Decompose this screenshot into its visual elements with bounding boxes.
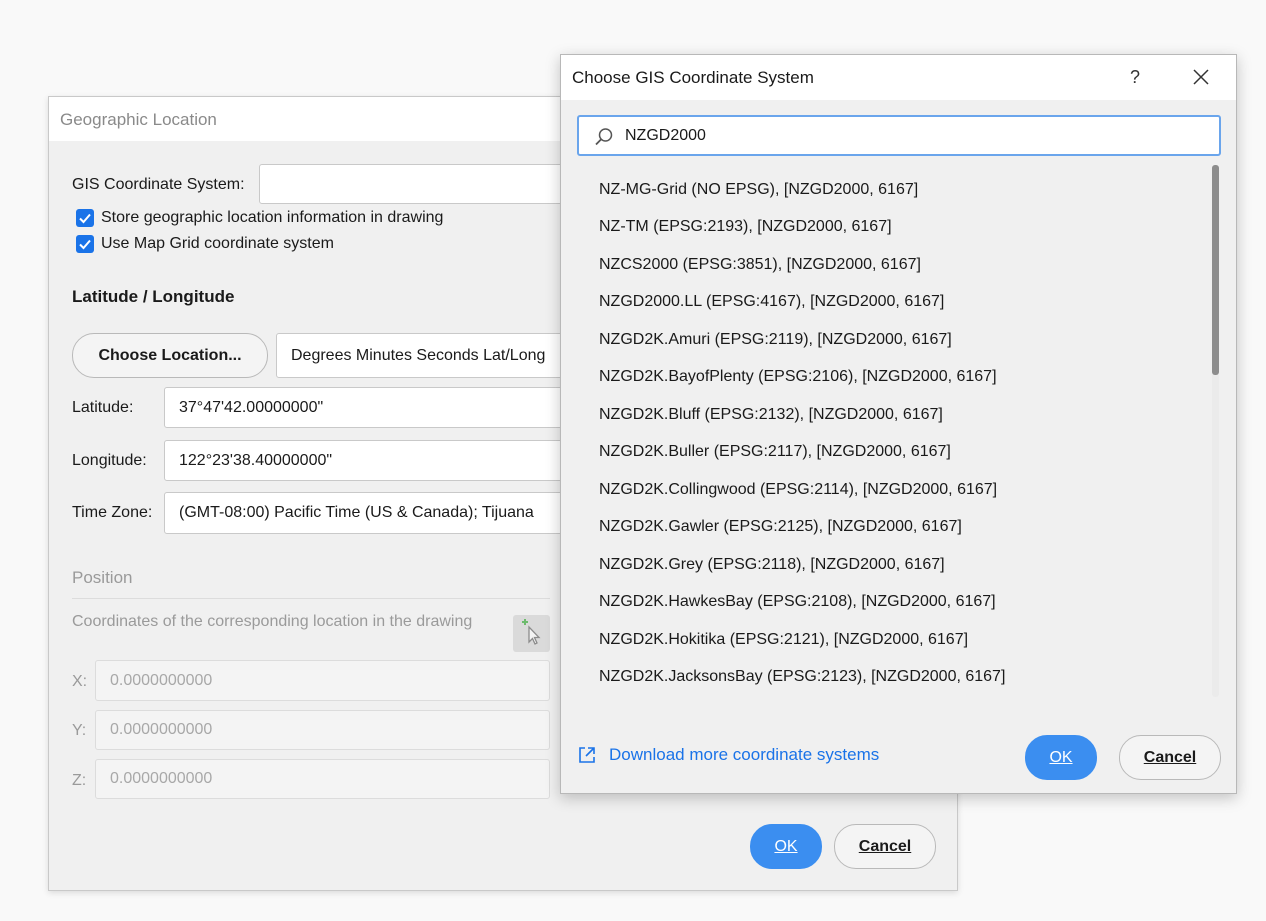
coordinate-system-list[interactable]: NZ-MG-Grid (NO EPSG), [NZGD2000, 6167] N… xyxy=(561,163,1221,699)
list-item[interactable]: NZGD2K.JacksonsBay (EPSG:2123), [NZGD200… xyxy=(599,668,1005,686)
timezone-select[interactable]: (GMT-08:00) Pacific Time (US & Canada); … xyxy=(164,492,564,534)
position-heading: Position xyxy=(72,568,133,587)
latlong-heading: Latitude / Longitude xyxy=(72,287,235,306)
y-label: Y: xyxy=(72,722,87,739)
pick-point-button[interactable] xyxy=(513,615,550,652)
choose-location-button[interactable]: Choose Location... xyxy=(72,333,268,378)
list-item[interactable]: NZCS2000 (EPSG:3851), [NZGD2000, 6167] xyxy=(599,256,921,274)
list-item[interactable]: NZ-TM (EPSG:2193), [NZGD2000, 6167] xyxy=(599,218,892,236)
download-link[interactable]: Download more coordinate systems xyxy=(577,745,879,765)
longitude-label: Longitude: xyxy=(72,452,147,469)
download-link-label: Download more coordinate systems xyxy=(609,745,880,764)
position-divider xyxy=(72,598,550,599)
geo-ok-label: OK xyxy=(774,837,798,855)
x-input[interactable]: 0.0000000000 xyxy=(95,660,550,701)
search-icon xyxy=(595,128,613,146)
list-item[interactable]: NZGD2K.Buller (EPSG:2117), [NZGD2000, 61… xyxy=(599,443,951,461)
external-link-icon xyxy=(579,747,595,763)
longitude-input[interactable]: 122°23'38.40000000" xyxy=(164,440,564,481)
gis-title-bar[interactable]: Choose GIS Coordinate System ? xyxy=(561,55,1236,100)
gis-coordinate-system-label: GIS Coordinate System: xyxy=(72,176,245,193)
geo-ok-button[interactable]: OK xyxy=(750,824,822,869)
list-item[interactable]: NZGD2K.Grey (EPSG:2118), [NZGD2000, 6167… xyxy=(599,556,945,574)
latitude-input[interactable]: 37°47'42.00000000" xyxy=(164,387,564,428)
gis-cancel-label: Cancel xyxy=(1143,748,1197,766)
close-icon xyxy=(1193,69,1209,85)
list-item[interactable]: NZGD2K.Bluff (EPSG:2132), [NZGD2000, 616… xyxy=(599,406,943,424)
gis-ok-label: OK xyxy=(1049,748,1073,766)
close-button[interactable] xyxy=(1189,65,1213,89)
help-button[interactable]: ? xyxy=(1123,65,1147,89)
search-box[interactable] xyxy=(577,115,1221,156)
list-item[interactable]: NZGD2K.HawkesBay (EPSG:2108), [NZGD2000,… xyxy=(599,593,996,611)
geo-dialog-title: Geographic Location xyxy=(60,110,217,129)
gis-cancel-button[interactable]: Cancel xyxy=(1119,735,1221,780)
z-label: Z: xyxy=(72,772,87,789)
search-input[interactable] xyxy=(625,124,1205,148)
list-item[interactable]: NZGD2K.BayofPlenty (EPSG:2106), [NZGD200… xyxy=(599,368,997,386)
list-item[interactable]: NZGD2K.Collingwood (EPSG:2114), [NZGD200… xyxy=(599,481,997,499)
x-label: X: xyxy=(72,673,88,690)
latitude-label: Latitude: xyxy=(72,399,134,416)
geo-cancel-button[interactable]: Cancel xyxy=(834,824,936,869)
store-location-label: Store geographic location information in… xyxy=(101,209,444,226)
timezone-label: Time Zone: xyxy=(72,504,153,521)
gis-coordinate-system-field[interactable] xyxy=(259,164,579,204)
coordinate-format-select[interactable]: Degrees Minutes Seconds Lat/Long xyxy=(276,333,566,378)
list-item[interactable]: NZGD2000.LL (EPSG:4167), [NZGD2000, 6167… xyxy=(599,293,944,311)
y-input[interactable]: 0.0000000000 xyxy=(95,710,550,750)
list-item[interactable]: NZGD2K.Hokitika (EPSG:2121), [NZGD2000, … xyxy=(599,631,968,649)
list-item[interactable]: NZGD2K.Gawler (EPSG:2125), [NZGD2000, 61… xyxy=(599,518,962,536)
list-scrollbar-thumb[interactable] xyxy=(1212,165,1219,375)
gis-ok-button[interactable]: OK xyxy=(1025,735,1097,780)
position-description: Coordinates of the corresponding locatio… xyxy=(72,613,473,630)
gis-dialog-title: Choose GIS Coordinate System xyxy=(572,68,814,87)
store-location-checkbox[interactable] xyxy=(76,209,94,227)
checkmark-icon xyxy=(79,239,91,250)
map-grid-label: Use Map Grid coordinate system xyxy=(101,235,334,252)
choose-gis-coordinate-system-dialog: Choose GIS Coordinate System ? NZ-MG-Gri… xyxy=(560,54,1237,794)
map-grid-checkbox[interactable] xyxy=(76,235,94,253)
z-input[interactable]: 0.0000000000 xyxy=(95,759,550,799)
checkmark-icon xyxy=(79,213,91,224)
pick-point-icon xyxy=(522,619,541,645)
list-item[interactable]: NZGD2K.Amuri (EPSG:2119), [NZGD2000, 616… xyxy=(599,331,952,349)
geo-cancel-label: Cancel xyxy=(858,837,912,855)
list-item[interactable]: NZ-MG-Grid (NO EPSG), [NZGD2000, 6167] xyxy=(599,181,918,199)
